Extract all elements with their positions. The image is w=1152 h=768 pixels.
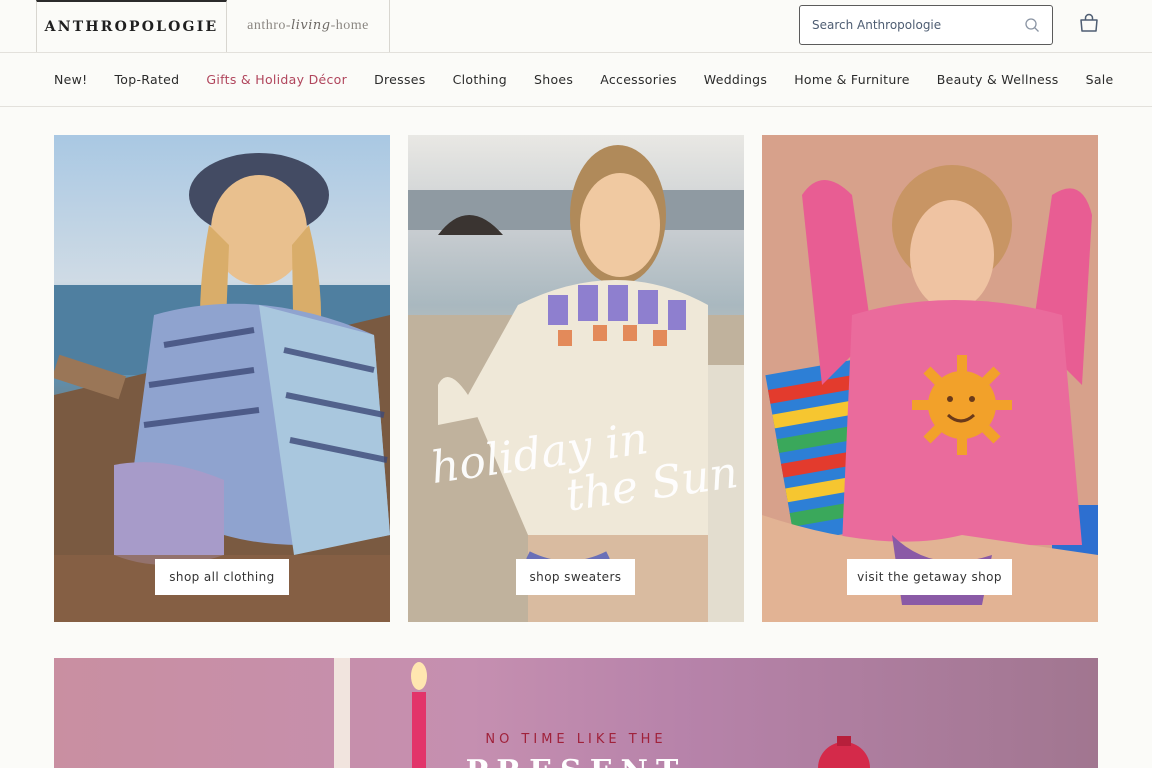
nav-item-home-furniture[interactable]: Home & Furniture: [794, 72, 910, 87]
nav-item-gifts-holiday-decor[interactable]: Gifts & Holiday Décor: [206, 72, 347, 87]
search-box: [799, 5, 1053, 45]
search-input[interactable]: [812, 18, 1024, 32]
nav-item-shoes[interactable]: Shoes: [534, 72, 573, 87]
nav-item-accessories[interactable]: Accessories: [600, 72, 677, 87]
nav-item-sale[interactable]: Sale: [1086, 72, 1114, 87]
anthro-living-home-tab[interactable]: anthro-living-home: [227, 0, 390, 52]
visit-getaway-shop-button[interactable]: visit the getaway shop: [847, 559, 1012, 595]
site-header: ANTHROPOLOGIE anthro-living-home: [0, 0, 1152, 53]
holiday-promo-banner[interactable]: NO TIME LIKE THE PRESENT: [54, 658, 1098, 768]
shop-all-clothing-button[interactable]: shop all clothing: [155, 559, 289, 595]
anthropologie-logo: ANTHROPOLOGIE: [44, 19, 219, 35]
shop-sweaters-button[interactable]: shop sweaters: [516, 559, 635, 595]
banner-kicker-text: NO TIME LIKE THE: [485, 732, 667, 747]
nav-item-new[interactable]: New!: [54, 72, 87, 87]
nav-item-clothing[interactable]: Clothing: [453, 72, 507, 87]
candles-ornament-photo: [334, 658, 870, 768]
model-fair-isle-sweater-photo: [408, 145, 744, 622]
model-pink-sun-sweater-photo: [762, 135, 1098, 622]
hero-tile-clothing[interactable]: shop all clothing: [54, 135, 390, 622]
anthropologie-logo-tab[interactable]: ANTHROPOLOGIE: [36, 0, 227, 52]
hero-tile-sweaters[interactable]: holiday in the Sun shop sweaters: [408, 135, 744, 622]
nav-item-dresses[interactable]: Dresses: [374, 72, 426, 87]
hero-tile-getaway[interactable]: visit the getaway shop: [762, 135, 1098, 622]
nav-item-top-rated[interactable]: Top-Rated: [114, 72, 179, 87]
search-icon[interactable]: [1024, 17, 1040, 33]
banner-title: PRESENT: [54, 754, 1098, 768]
nav-item-beauty-wellness[interactable]: Beauty & Wellness: [937, 72, 1059, 87]
model-striped-sweater-photo: [54, 153, 390, 622]
main-nav: New! Top-Rated Gifts & Holiday Décor Dre…: [0, 53, 1152, 107]
anthro-living-home-logo: anthro-living-home: [247, 18, 369, 33]
shopping-bag-icon[interactable]: [1078, 12, 1100, 34]
nav-item-weddings[interactable]: Weddings: [704, 72, 767, 87]
